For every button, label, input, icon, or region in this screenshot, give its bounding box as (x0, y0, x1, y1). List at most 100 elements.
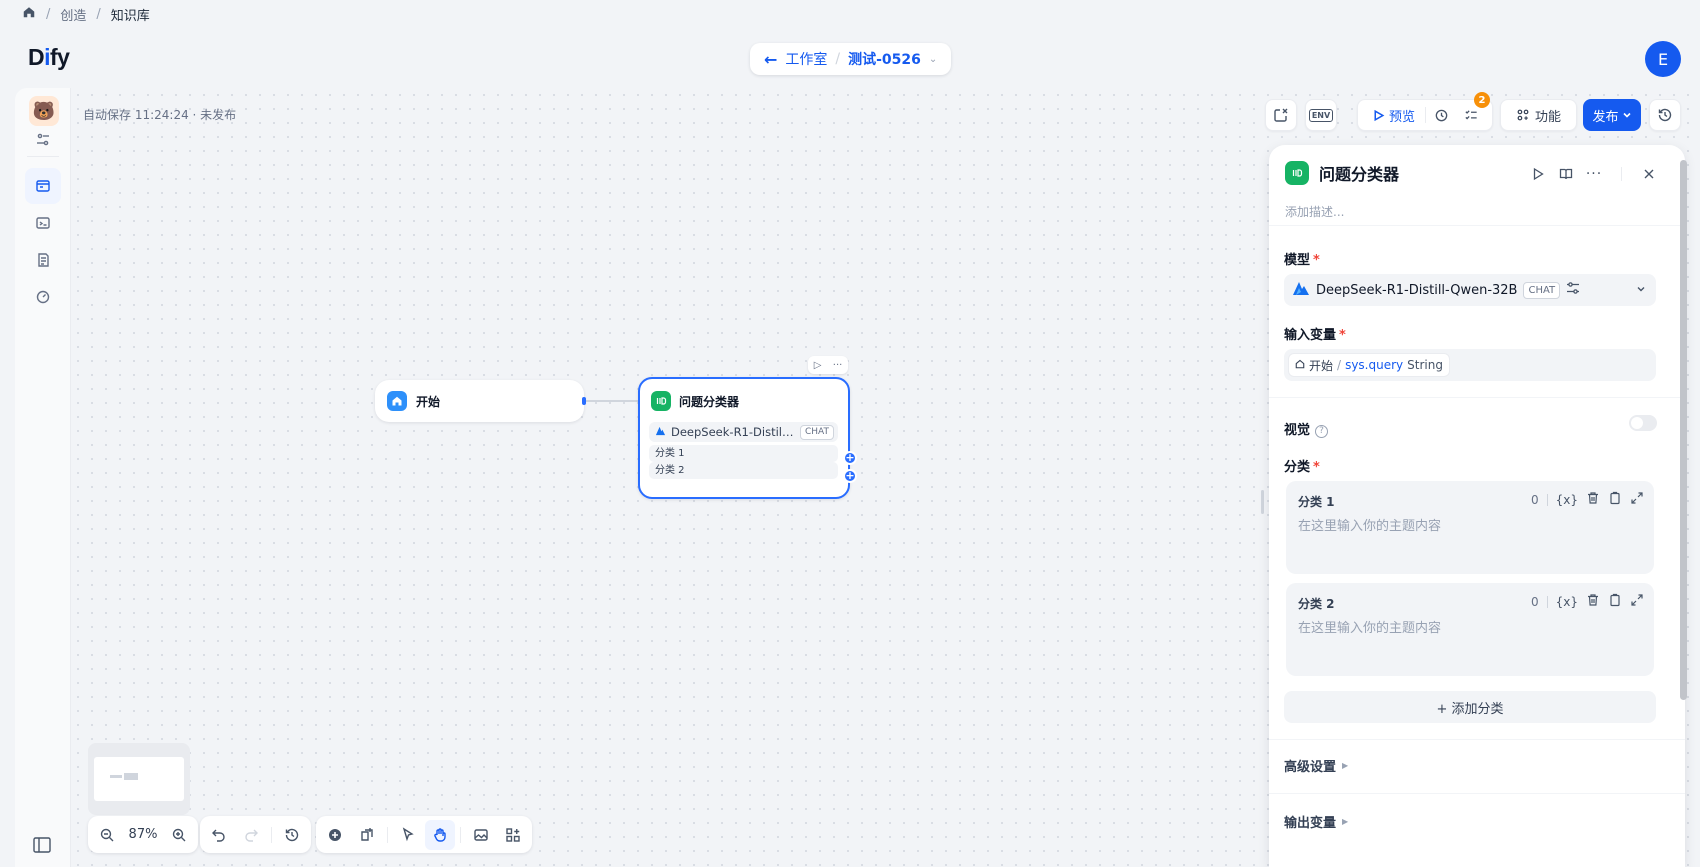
char-count: 0 (1530, 492, 1539, 507)
breadcrumb-item-create[interactable]: 创造 (60, 5, 86, 24)
model-selector[interactable]: DeepSeek-R1-Distill-Qwen-32B CHAT (1284, 274, 1656, 306)
hand-icon[interactable] (425, 819, 455, 850)
pointer-icon[interactable] (393, 820, 423, 850)
start-node[interactable]: 开始 (375, 380, 584, 422)
features-button[interactable]: 功能 (1500, 99, 1577, 131)
deepseek-logo-icon (655, 425, 666, 439)
start-output-handle[interactable] (582, 397, 586, 405)
input-variable-selector[interactable]: 开始 / sys.query String (1284, 349, 1656, 381)
export-image-icon[interactable] (466, 820, 496, 850)
home-icon[interactable] (22, 5, 36, 23)
zoom-toolbar: 87% (88, 816, 198, 853)
panel-resize-handle[interactable] (1261, 490, 1264, 514)
delete-icon[interactable] (1586, 593, 1600, 610)
home-icon (1295, 358, 1305, 372)
workflow-edge[interactable] (584, 400, 638, 402)
run-node-icon[interactable]: ▷ (814, 360, 822, 371)
auto-layout-icon[interactable] (498, 820, 528, 850)
insert-variable-icon[interactable]: {x} (1556, 493, 1578, 507)
tools-separator (1546, 595, 1548, 608)
breadcrumb-item-knowledge: 知识库 (110, 8, 150, 24)
add-note-icon[interactable] (352, 820, 382, 850)
settings-sliders-icon[interactable] (25, 122, 61, 158)
checklist-badge: 2 (1474, 92, 1491, 108)
run-history-icon[interactable] (1426, 100, 1456, 130)
preview-button[interactable]: 预览 (1358, 100, 1425, 130)
var-path-separator: / (1337, 358, 1342, 372)
more-icon[interactable]: ··· (1585, 165, 1603, 183)
class-2-add-handle[interactable]: + (843, 469, 857, 483)
chevron-down-icon[interactable] (1636, 283, 1646, 298)
class-1-add-handle[interactable]: + (843, 451, 857, 465)
sidebar-item-logs[interactable] (25, 242, 61, 278)
sidebar-item-monitoring[interactable] (25, 279, 61, 315)
copy-icon[interactable] (1608, 491, 1622, 508)
zoom-level[interactable]: 87% (124, 827, 162, 842)
preview-group: 预览 2 (1357, 92, 1493, 131)
autosave-status: 自动保存 11:24:24 · 未发布 (83, 108, 237, 122)
toolbar-separator (387, 826, 388, 843)
sidebar-item-api[interactable] (25, 205, 61, 241)
class-name: 分类 1 (1298, 495, 1335, 509)
var-node-name: 开始 (1309, 358, 1334, 373)
sidebar-item-orchestrate[interactable] (25, 168, 61, 204)
help-doc-icon[interactable] (1557, 165, 1575, 183)
var-path: sys.query (1345, 358, 1404, 372)
model-label: 模型 * (1284, 253, 1320, 268)
advanced-settings-toggle[interactable]: 高级设置 ▶ (1284, 756, 1348, 775)
publish-button[interactable]: 发布 (1583, 99, 1641, 131)
undo-icon[interactable] (204, 820, 234, 850)
minimap-node (110, 775, 122, 778)
collapse-sidebar-icon[interactable] (32, 836, 54, 856)
panel-divider (1269, 739, 1685, 740)
studio-link[interactable]: 工作室 (785, 49, 827, 69)
var-type: String (1407, 358, 1443, 372)
start-node-title: 开始 (416, 394, 441, 409)
vision-label: 视觉? (1284, 419, 1329, 438)
class-topic-input[interactable]: 在这里输入你的主题内容 (1298, 617, 1441, 636)
expand-icon[interactable] (1630, 593, 1644, 610)
add-class-button[interactable]: + 添加分类 (1284, 691, 1656, 723)
run-icon[interactable] (1529, 165, 1547, 183)
version-history-icon[interactable] (1649, 99, 1681, 131)
description-input[interactable]: 添加描述... (1285, 203, 1344, 220)
more-icon[interactable]: ··· (833, 360, 843, 371)
output-variables-toggle[interactable]: 输出变量 ▶ (1284, 812, 1348, 831)
nav-separator: / (835, 51, 841, 67)
redo-icon[interactable] (236, 820, 266, 850)
dify-logo[interactable]: Dify (28, 44, 70, 71)
zoom-in-icon[interactable] (164, 820, 194, 850)
app-sidebar: 🐻 (15, 88, 71, 867)
insert-variable-icon[interactable]: {x} (1556, 595, 1578, 609)
help-icon[interactable]: ? (1315, 424, 1329, 438)
back-arrow-icon[interactable]: ← (764, 50, 777, 69)
char-count: 0 (1530, 594, 1539, 609)
variable-chip[interactable]: 开始 / sys.query String (1288, 353, 1450, 377)
env-button[interactable]: ENV (1305, 99, 1337, 131)
minimap[interactable] (88, 743, 190, 815)
history-icon[interactable] (277, 820, 307, 850)
model-params-icon[interactable] (1566, 281, 1580, 299)
panel-title[interactable]: 问题分类器 (1319, 161, 1399, 185)
exit-checklist-icon[interactable] (1265, 99, 1297, 131)
vision-toggle[interactable] (1629, 415, 1657, 431)
delete-icon[interactable] (1586, 491, 1600, 508)
expand-icon[interactable] (1630, 491, 1644, 508)
zoom-out-icon[interactable] (92, 820, 122, 850)
avatar[interactable]: E (1645, 41, 1681, 77)
class-row: 分类 2 (649, 462, 838, 479)
chevron-down-icon[interactable]: ⌄ (929, 54, 937, 65)
close-icon[interactable] (1640, 165, 1658, 183)
minimap-node (124, 773, 138, 780)
sidebar-divider (27, 156, 59, 157)
tools-toolbar (316, 816, 532, 853)
panel-scrollbar[interactable] (1680, 160, 1687, 700)
checklist-icon[interactable]: 2 (1456, 92, 1491, 130)
model-name: DeepSeek-R1-Distill-Qwen-32B (1316, 282, 1518, 298)
class-topic-input[interactable]: 在这里输入你的主题内容 (1298, 515, 1441, 534)
panel-divider (1269, 225, 1685, 226)
app-name[interactable]: 测试-0526 (848, 49, 921, 69)
copy-icon[interactable] (1608, 593, 1622, 610)
add-node-icon[interactable] (320, 820, 350, 850)
question-classifier-node[interactable]: 问题分类器 DeepSeek-R1-Distill-... CHAT 分类 1 … (638, 377, 850, 499)
